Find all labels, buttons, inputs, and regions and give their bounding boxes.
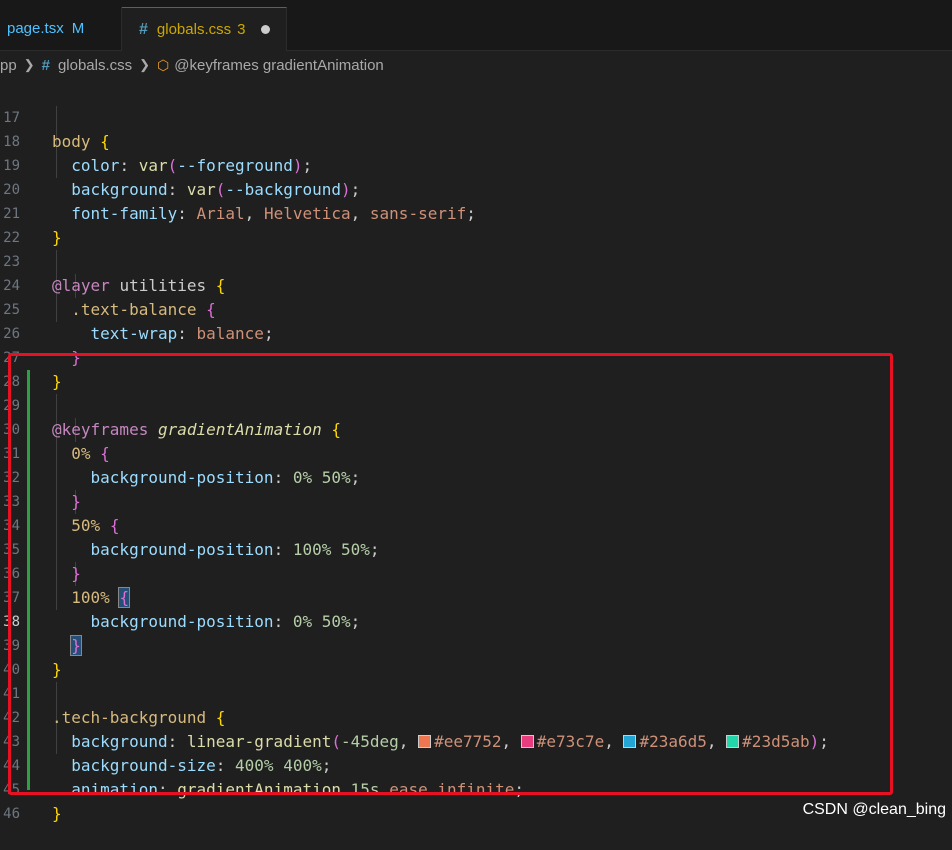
css-file-icon: # — [139, 20, 148, 38]
css-file-icon: # — [41, 56, 50, 74]
red-highlight-annotation — [8, 353, 893, 795]
code-line: 21 } — [0, 178, 952, 247]
watermark: CSDN @clean_bing — [802, 801, 946, 818]
tab-globals-css[interactable]: # globals.css 3 — [122, 7, 287, 51]
breadcrumb-file-label: globals.css — [57, 56, 133, 74]
code-line: 20 font-family: Arial, Helvetica, sans-s… — [0, 154, 952, 223]
tab-page-tsx[interactable]: page.tsx M — [0, 7, 122, 50]
code-line: 26 } — [0, 298, 952, 367]
code-line: 17 body { — [0, 82, 952, 151]
symbol-keyframes-icon: ⬡ — [157, 56, 170, 73]
breadcrumb-symbol[interactable]: ⬡ @keyframes gradientAnimation — [157, 57, 384, 74]
breadcrumb-file[interactable]: # globals.css — [42, 57, 133, 74]
editor-tab-bar: page.tsx M # globals.css 3 — [0, 0, 952, 51]
breadcrumb: pp ❯ # globals.css ❯ ⬡ @keyframes gradie… — [0, 52, 952, 78]
tab-label: globals.css — [156, 21, 232, 38]
code-line: 27 } — [0, 322, 952, 391]
code-line: 19 background: var(--background); — [0, 130, 952, 199]
tab-label: page.tsx — [7, 20, 64, 37]
code-line: 25 text-wrap: balance; — [0, 274, 952, 343]
code-line: 24 .text-balance { — [0, 250, 952, 319]
code-line: 18 color: var(--foreground); — [0, 106, 952, 175]
breadcrumb-symbol-label: @keyframes gradientAnimation — [174, 56, 384, 74]
breadcrumb-folder[interactable]: pp — [0, 57, 17, 74]
line-number: 46 — [3, 806, 20, 822]
unsaved-dot-icon[interactable] — [261, 25, 271, 34]
code-line: 22 — [0, 202, 952, 246]
problems-badge: 3 — [237, 21, 246, 38]
code-line: 23 @layer utilities { — [0, 226, 952, 295]
chevron-right-icon: ❯ — [23, 57, 35, 72]
modified-badge: M — [71, 20, 85, 37]
chevron-right-icon: ❯ — [139, 57, 151, 72]
